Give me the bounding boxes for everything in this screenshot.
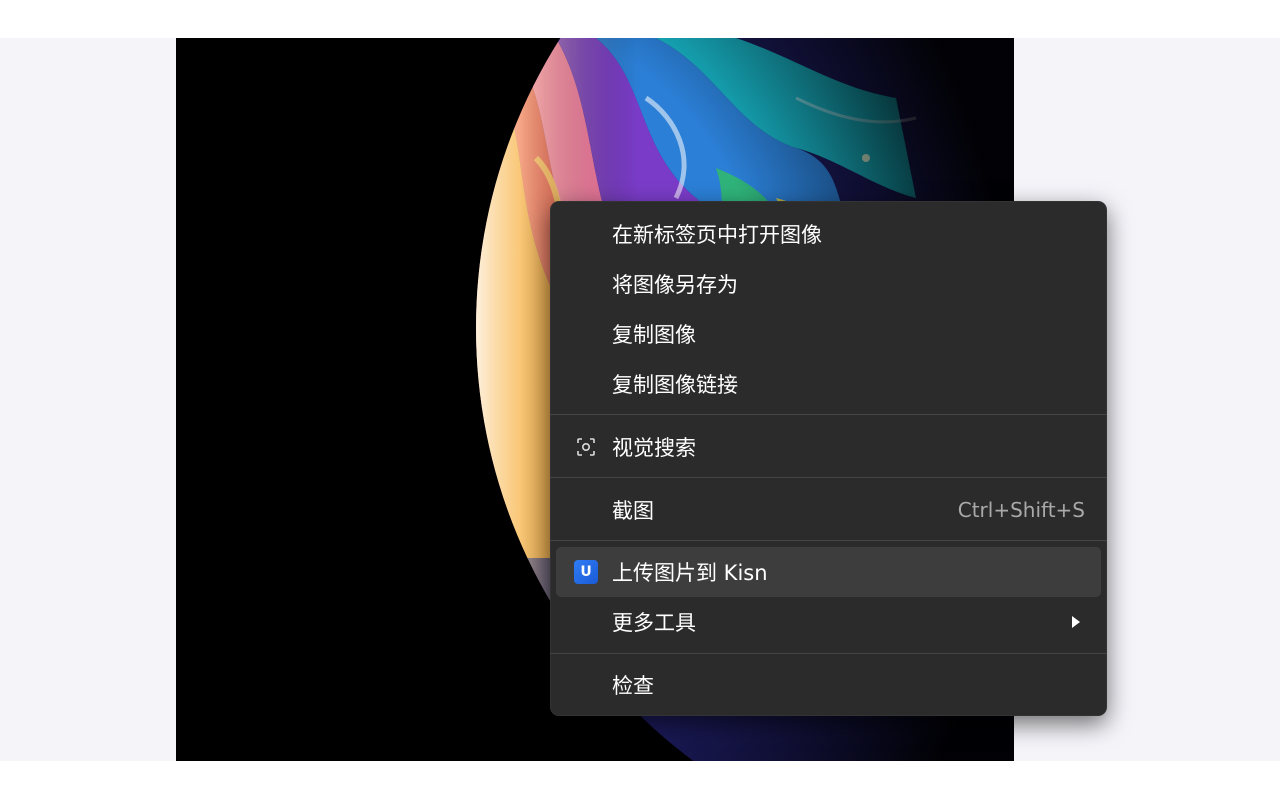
shortcut-hint: Ctrl+Shift+S	[957, 498, 1085, 522]
menu-separator	[550, 653, 1107, 654]
kisn-logo-icon: U	[574, 560, 598, 584]
menu-separator	[550, 414, 1107, 415]
menu-item-save-image-as[interactable]: 将图像另存为	[556, 261, 1101, 307]
kisn-logo-text: U	[574, 560, 598, 584]
menu-item-label: 截图	[612, 499, 654, 523]
submenu-arrow-icon	[1072, 616, 1080, 628]
menu-item-inspect[interactable]: 检查	[556, 662, 1101, 708]
menu-item-copy-image-link[interactable]: 复制图像链接	[556, 361, 1101, 407]
menu-item-label: 上传图片到 Kisn	[612, 561, 768, 585]
context-menu: 在新标签页中打开图像 将图像另存为 复制图像 复制图像链接 视觉搜索 截图 Ct…	[550, 201, 1107, 716]
menu-item-label: 将图像另存为	[612, 273, 738, 297]
menu-item-copy-image[interactable]: 复制图像	[556, 311, 1101, 357]
menu-item-label: 复制图像	[612, 323, 696, 347]
menu-item-label: 更多工具	[612, 611, 696, 635]
menu-item-label: 检查	[612, 674, 654, 698]
menu-item-upload-to-kisn[interactable]: U 上传图片到 Kisn	[556, 547, 1101, 597]
menu-item-label: 视觉搜索	[612, 436, 696, 460]
menu-item-screenshot[interactable]: 截图 Ctrl+Shift+S	[556, 487, 1101, 533]
menu-item-label: 复制图像链接	[612, 373, 738, 397]
visual-search-icon	[574, 435, 598, 459]
menu-separator	[550, 477, 1107, 478]
menu-item-label: 在新标签页中打开图像	[612, 223, 822, 247]
menu-separator	[550, 540, 1107, 541]
menu-item-more-tools[interactable]: 更多工具	[556, 599, 1101, 645]
menu-item-visual-search[interactable]: 视觉搜索	[556, 424, 1101, 470]
menu-item-open-image-new-tab[interactable]: 在新标签页中打开图像	[556, 211, 1101, 257]
